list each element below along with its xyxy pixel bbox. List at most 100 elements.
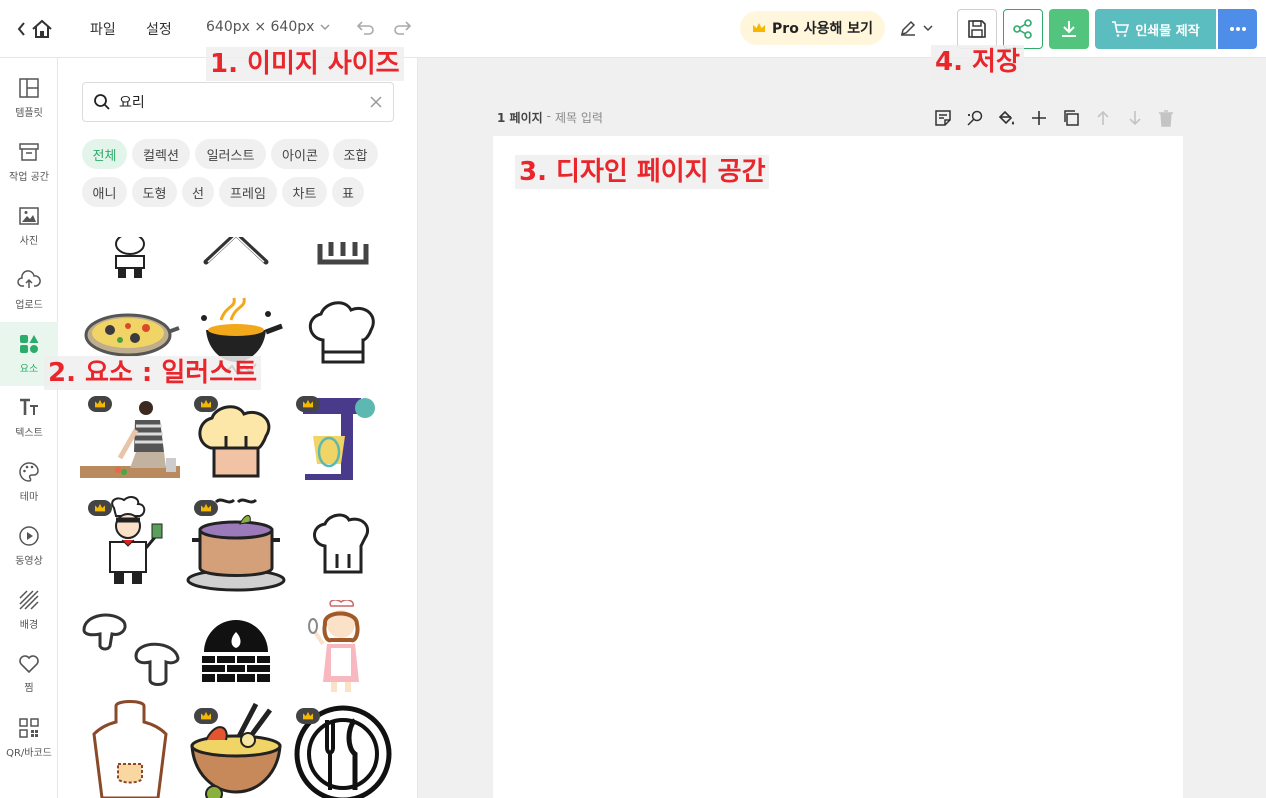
redo-icon bbox=[394, 21, 412, 35]
sidebar-item-qr-barcode[interactable]: QR/바코드 bbox=[0, 706, 58, 770]
chip-collection[interactable]: 컬렉션 bbox=[132, 139, 190, 169]
crown-icon bbox=[201, 503, 211, 512]
crown-icon bbox=[95, 503, 105, 512]
search-input[interactable] bbox=[119, 94, 369, 110]
sidebar-item-photo[interactable]: 사진 bbox=[0, 194, 58, 258]
page-note-button[interactable] bbox=[934, 106, 952, 130]
elements-panel: 전체 컬렉션 일러스트 아이콘 조합 애니 도형 선 프레임 차트 표 bbox=[58, 58, 418, 798]
page-title-input[interactable]: 제목 입력 bbox=[555, 109, 603, 126]
plus-icon bbox=[1032, 111, 1046, 125]
move-page-down-button[interactable] bbox=[1126, 106, 1144, 130]
annotation-save: 4. 저장 bbox=[931, 45, 1024, 79]
premium-badge bbox=[194, 396, 218, 412]
illustration-brick-oven[interactable] bbox=[186, 600, 286, 700]
page-separator: - bbox=[546, 109, 551, 123]
paint-bucket-icon bbox=[998, 110, 1015, 125]
move-page-up-button[interactable] bbox=[1094, 106, 1112, 130]
size-select[interactable]: 640px × 640px bbox=[206, 19, 330, 35]
chip-animation[interactable]: 애니 bbox=[82, 177, 127, 207]
clear-search-icon[interactable] bbox=[369, 95, 383, 109]
text-icon bbox=[20, 398, 38, 415]
page-magic-button[interactable] bbox=[966, 106, 984, 130]
palette-icon bbox=[19, 462, 39, 482]
sidebar-item-label: 업로드 bbox=[15, 300, 43, 311]
illustration-chef-hat-outline[interactable] bbox=[293, 290, 393, 390]
sidebar-item-favorites[interactable]: 찜 bbox=[0, 642, 58, 706]
illustration-girl-baker[interactable] bbox=[293, 600, 393, 700]
qr-code-icon bbox=[19, 718, 39, 738]
chip-combination[interactable]: 조합 bbox=[333, 139, 378, 169]
sidebar-item-workspace[interactable]: 작업 공간 bbox=[0, 130, 58, 194]
add-page-button[interactable] bbox=[1030, 106, 1048, 130]
pro-trial-button[interactable]: Pro 사용해 보기 bbox=[740, 11, 885, 45]
premium-badge bbox=[296, 396, 320, 412]
image-icon bbox=[19, 207, 39, 225]
more-dots-icon bbox=[1229, 27, 1246, 31]
duplicate-page-button[interactable] bbox=[1062, 106, 1080, 130]
chip-frame[interactable]: 프레임 bbox=[219, 177, 277, 207]
sidebar-item-video[interactable]: 동영상 bbox=[0, 514, 58, 578]
undo-button[interactable] bbox=[356, 18, 376, 38]
sidebar-item-label: 템플릿 bbox=[15, 108, 43, 119]
sidebar-item-theme[interactable]: 테마 bbox=[0, 450, 58, 514]
sidebar-item-label: 배경 bbox=[19, 620, 39, 631]
save-button[interactable] bbox=[957, 9, 997, 49]
premium-badge bbox=[194, 500, 218, 516]
sidebar-item-text[interactable]: 텍스트 bbox=[0, 386, 58, 450]
illustration-chef-hat-line[interactable] bbox=[293, 494, 393, 594]
shapes-icon bbox=[20, 335, 39, 353]
menu-file[interactable]: 파일 bbox=[90, 19, 116, 39]
sidebar-item-template[interactable]: 템플릿 bbox=[0, 66, 58, 130]
undo-icon bbox=[356, 21, 374, 35]
chevron-down-icon bbox=[320, 24, 330, 31]
premium-badge bbox=[88, 396, 112, 412]
sidebar-item-label: 사진 bbox=[19, 236, 39, 247]
design-page[interactable] bbox=[493, 136, 1183, 798]
sidebar-item-upload[interactable]: 업로드 bbox=[0, 258, 58, 322]
premium-badge bbox=[194, 708, 218, 724]
crown-icon bbox=[201, 399, 211, 408]
sidebar-item-label: 찜 bbox=[24, 683, 34, 694]
play-circle-icon bbox=[19, 526, 39, 546]
pencil-icon bbox=[900, 20, 916, 36]
sidebar-item-background[interactable]: 배경 bbox=[0, 578, 58, 642]
chip-all[interactable]: 전체 bbox=[82, 139, 127, 169]
back-home-button[interactable] bbox=[16, 18, 56, 40]
heart-icon bbox=[19, 655, 39, 674]
top-bar: 파일 설정 640px × 640px Pro 사용해 보기 인쇄물 제작 bbox=[0, 0, 1266, 58]
illustration-apron[interactable] bbox=[80, 700, 180, 798]
back-home-icon bbox=[17, 19, 52, 38]
crown-icon bbox=[95, 399, 105, 408]
chip-icon[interactable]: 아이콘 bbox=[271, 139, 329, 169]
delete-page-button[interactable] bbox=[1158, 106, 1174, 130]
download-button[interactable] bbox=[1049, 9, 1089, 49]
chip-chart[interactable]: 차트 bbox=[282, 177, 327, 207]
edit-mode-dropdown[interactable] bbox=[899, 19, 933, 37]
illustration-mushrooms[interactable] bbox=[80, 600, 180, 700]
download-icon bbox=[1062, 21, 1076, 37]
chip-table[interactable]: 표 bbox=[332, 177, 364, 207]
menu-settings[interactable]: 설정 bbox=[146, 19, 172, 39]
sidebar-item-label: 텍스트 bbox=[15, 428, 43, 439]
sidebar-item-label: 작업 공간 bbox=[9, 172, 49, 183]
sidebar-item-label: 요소 bbox=[19, 364, 39, 375]
background-stripes-icon bbox=[19, 590, 39, 610]
redo-button[interactable] bbox=[392, 18, 412, 38]
sidebar-item-label: QR/바코드 bbox=[6, 748, 52, 759]
arrow-up-icon bbox=[1097, 110, 1109, 125]
share-icon bbox=[1013, 19, 1032, 39]
page-number: 1 페이지 bbox=[497, 111, 543, 125]
print-order-button[interactable]: 인쇄물 제작 bbox=[1095, 9, 1216, 49]
chip-line[interactable]: 선 bbox=[182, 177, 214, 207]
chip-illustration[interactable]: 일러스트 bbox=[195, 139, 266, 169]
chip-shape[interactable]: 도형 bbox=[132, 177, 177, 207]
premium-badge bbox=[296, 708, 320, 724]
page-header: 1 페이지 - 제목 입력 bbox=[497, 109, 603, 126]
more-options-button[interactable] bbox=[1218, 9, 1257, 49]
page-fill-button[interactable] bbox=[997, 106, 1015, 130]
size-label: 640px × 640px bbox=[206, 19, 315, 35]
magic-wand-icon bbox=[967, 110, 983, 126]
crown-icon bbox=[303, 399, 313, 408]
save-floppy-icon bbox=[968, 20, 986, 38]
share-button[interactable] bbox=[1003, 9, 1043, 49]
